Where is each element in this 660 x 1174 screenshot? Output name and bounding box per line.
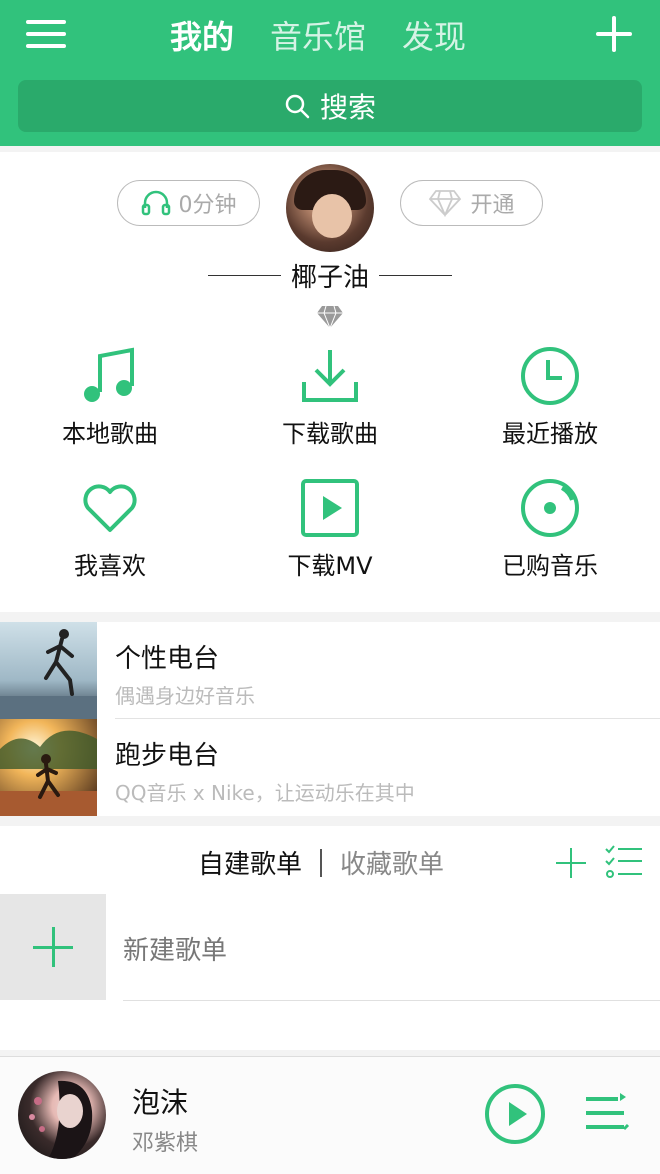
recent-plays-label: 最近播放 bbox=[502, 420, 598, 448]
manage-list-icon[interactable] bbox=[604, 844, 644, 880]
diamond-icon bbox=[429, 190, 462, 217]
purchased-music-label: 已购音乐 bbox=[502, 552, 598, 580]
clock-icon bbox=[521, 347, 579, 405]
favorites-label: 我喜欢 bbox=[74, 552, 146, 580]
personal-radio-thumbnail bbox=[0, 622, 97, 719]
new-playlist-label: 新建歌单 bbox=[123, 936, 228, 966]
heart-icon bbox=[83, 484, 137, 532]
search-icon bbox=[285, 94, 310, 119]
song-title: 泡沫 bbox=[132, 1086, 189, 1119]
radio-title: 个性电台 bbox=[115, 644, 220, 674]
new-playlist-plus-icon bbox=[0, 894, 106, 1000]
vip-label: 开通 bbox=[470, 193, 515, 218]
vip-level-icon bbox=[317, 305, 343, 330]
search-bar[interactable]: 搜索 bbox=[18, 80, 642, 132]
recent-plays-button[interactable]: 最近播放 bbox=[450, 344, 650, 449]
downloaded-mv-button[interactable]: 下载MV bbox=[230, 476, 430, 581]
playlist-queue-icon[interactable] bbox=[584, 1091, 630, 1135]
play-icon[interactable] bbox=[484, 1083, 546, 1145]
playlists-section: 自建歌单 收藏歌单 新建歌单 bbox=[0, 826, 660, 1050]
tab-created-playlists[interactable]: 自建歌单 bbox=[198, 844, 302, 881]
tab-mine[interactable]: 我的 bbox=[170, 12, 234, 58]
add-playlist-icon[interactable] bbox=[556, 848, 586, 878]
username-row: 椰子油 bbox=[208, 260, 453, 293]
listen-time-button[interactable]: 0分钟 bbox=[117, 180, 260, 226]
video-play-icon bbox=[301, 479, 359, 537]
menu-icon[interactable] bbox=[26, 18, 66, 50]
downloaded-mv-label: 下载MV bbox=[287, 552, 373, 580]
song-artist: 邓紫棋 bbox=[132, 1131, 199, 1156]
top-header: 我的 音乐馆 发现 搜索 bbox=[0, 0, 660, 146]
new-playlist-item[interactable]: 新建歌单 bbox=[0, 894, 660, 1001]
listen-time-label: 0分钟 bbox=[178, 193, 237, 218]
personal-radio-item[interactable]: 个性电台 偶遇身边好音乐 bbox=[0, 622, 660, 719]
disc-icon bbox=[521, 479, 579, 537]
radio-subtitle: QQ音乐 x Nike，让运动乐在其中 bbox=[115, 781, 415, 805]
tab-music-hall[interactable]: 音乐馆 bbox=[270, 12, 366, 58]
running-radio-thumbnail bbox=[0, 719, 97, 816]
playlist-tabs: 自建歌单 收藏歌单 bbox=[198, 844, 444, 881]
purchased-music-button[interactable]: 已购音乐 bbox=[450, 476, 650, 581]
radio-title: 跑步电台 bbox=[115, 741, 220, 771]
avatar[interactable] bbox=[286, 164, 374, 252]
headphones-icon bbox=[141, 190, 170, 216]
downloaded-songs-button[interactable]: 下载歌曲 bbox=[230, 344, 430, 449]
favorites-button[interactable]: 我喜欢 bbox=[10, 476, 210, 581]
tab-favorited-playlists[interactable]: 收藏歌单 bbox=[340, 844, 444, 881]
profile-section: 0分钟 开通 椰子油 本地歌曲 下载歌曲 最近播放 我喜欢 下载MV 已购音乐 bbox=[0, 152, 660, 612]
add-icon[interactable] bbox=[594, 14, 634, 54]
music-note-icon bbox=[84, 347, 134, 402]
running-radio-item[interactable]: 跑步电台 QQ音乐 x Nike，让运动乐在其中 bbox=[0, 719, 660, 816]
album-art[interactable] bbox=[18, 1071, 106, 1159]
downloaded-songs-label: 下载歌曲 bbox=[282, 420, 378, 448]
search-label: 搜索 bbox=[319, 91, 376, 124]
main-tabs: 我的 音乐馆 发现 bbox=[170, 10, 502, 60]
radio-subtitle: 偶遇身边好音乐 bbox=[115, 684, 255, 708]
mini-player[interactable]: 泡沫 邓紫棋 bbox=[0, 1056, 660, 1174]
download-icon bbox=[302, 350, 358, 402]
local-songs-label: 本地歌曲 bbox=[62, 420, 158, 448]
radio-section: 个性电台 偶遇身边好音乐 跑步电台 QQ音乐 x Nike，让运动乐在其中 bbox=[0, 622, 660, 816]
username: 椰子油 bbox=[291, 262, 370, 293]
local-songs-button[interactable]: 本地歌曲 bbox=[10, 344, 210, 449]
vip-open-button[interactable]: 开通 bbox=[400, 180, 543, 226]
tab-discover[interactable]: 发现 bbox=[402, 12, 466, 58]
